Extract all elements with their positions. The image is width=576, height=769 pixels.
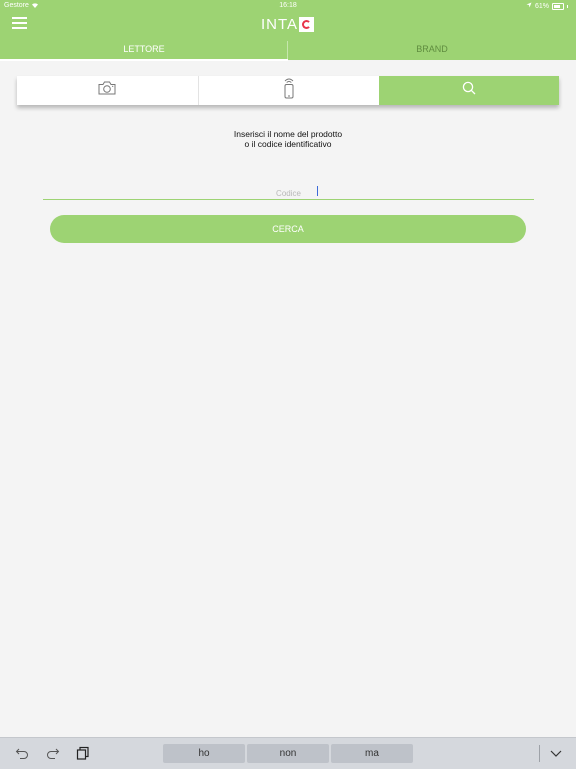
code-field (43, 183, 534, 201)
top-bar: Gestore 16:18 61% INTA LETTORE BRAND (0, 0, 576, 61)
location-icon (526, 2, 532, 10)
status-bar: Gestore 16:18 61% (0, 0, 576, 12)
dismiss-keyboard-icon[interactable] (549, 746, 563, 760)
camera-mode-button[interactable] (17, 76, 197, 105)
redo-icon[interactable] (46, 746, 60, 760)
toolbar-divider (539, 745, 540, 762)
suggestion-3[interactable]: ma (331, 744, 413, 763)
hamburger-line (12, 27, 27, 29)
text-caret (317, 186, 318, 196)
prompt-line-2: o il codice identificativo (244, 139, 332, 149)
undo-icon[interactable] (15, 746, 29, 760)
logo-text: INTA (261, 15, 299, 33)
prompt-line-1: Inserisci il nome del prodotto (233, 129, 343, 139)
status-time: 16:18 (279, 2, 297, 9)
nfc-mode-button[interactable] (198, 76, 380, 105)
tab-bar: LETTORE BRAND (0, 37, 576, 61)
status-right: 61% (526, 2, 568, 10)
active-tab-indicator (0, 59, 288, 61)
suggestion-1[interactable]: ho (163, 744, 245, 763)
suggestion-2[interactable]: non (247, 744, 329, 763)
camera-icon (98, 81, 116, 100)
mode-selector (17, 76, 559, 105)
keyboard-shortcut-bar: ho non ma (0, 737, 576, 769)
search-mode-button[interactable] (379, 76, 559, 105)
search-icon (462, 81, 476, 100)
menu-button[interactable] (12, 16, 28, 30)
app-logo: INTA (261, 15, 315, 33)
search-prompt: Inserisci il nome del prodotto o il codi… (0, 129, 576, 149)
logo-mark-icon (299, 16, 315, 32)
battery-percent: 61% (534, 2, 549, 10)
search-button[interactable]: CERCA (50, 215, 526, 243)
paste-icon[interactable] (76, 746, 90, 760)
battery-tip (567, 4, 568, 8)
tab-brand[interactable]: BRAND (288, 37, 576, 61)
tab-lettore[interactable]: LETTORE (0, 37, 288, 61)
battery-icon (552, 2, 564, 10)
hamburger-icon (12, 17, 27, 19)
nfc-phone-icon (282, 77, 296, 104)
code-input[interactable] (43, 186, 534, 201)
hamburger-line (12, 22, 27, 24)
